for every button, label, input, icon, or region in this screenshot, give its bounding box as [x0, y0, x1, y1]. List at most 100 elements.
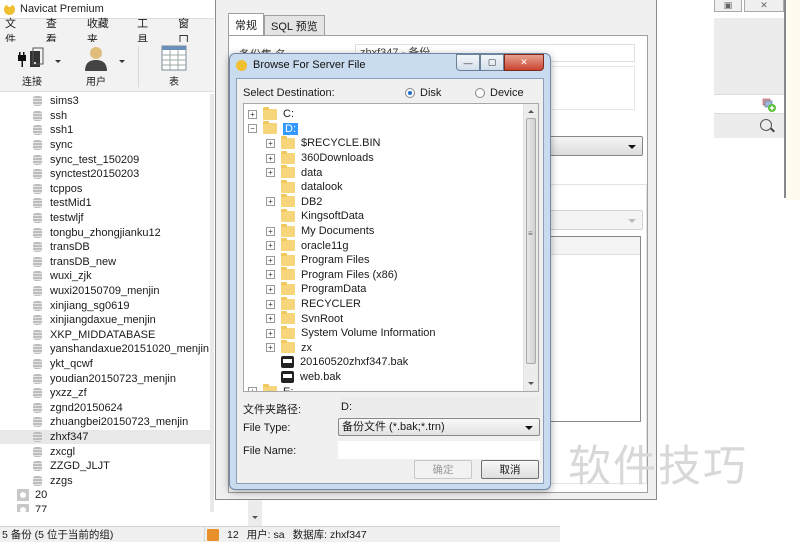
device-radio[interactable]: Device [475, 87, 524, 99]
restore-button[interactable]: ▣ [714, 0, 742, 12]
file-system-tree[interactable]: +C:−D:+$RECYCLE.BIN+360Downloads+datadat… [243, 103, 539, 392]
database-item[interactable]: wuxi20150709_menjin [0, 284, 210, 299]
expand-icon[interactable]: + [248, 109, 257, 119]
expand-icon[interactable]: + [248, 387, 257, 391]
folder-item[interactable]: datalook [266, 179, 343, 195]
close-button[interactable]: ✕ [744, 0, 784, 12]
folder-item[interactable]: + RECYCLER [266, 296, 361, 312]
database-item[interactable]: transDB_new [0, 255, 210, 270]
folder-item[interactable]: + System Volume Information [266, 325, 436, 341]
file-name-input[interactable] [338, 441, 540, 459]
folder-item[interactable]: + Program Files [266, 252, 369, 268]
database-item[interactable]: yanshandaxue20151020_menjin [0, 342, 210, 357]
connection-item[interactable]: 20 [0, 488, 210, 503]
expand-icon[interactable]: + [266, 299, 275, 309]
disk-radio[interactable]: Disk [405, 87, 441, 99]
folder-item[interactable]: + C: [248, 106, 294, 122]
database-item[interactable]: ZZGD_JLJT [0, 459, 210, 474]
database-item[interactable]: zzgs [0, 473, 210, 488]
radio-unselected-icon [475, 88, 485, 98]
expand-icon[interactable]: + [266, 328, 275, 338]
database-item[interactable]: testMid1 [0, 196, 210, 211]
table-button[interactable]: 表 [149, 42, 199, 91]
database-icon [33, 344, 42, 355]
ok-button[interactable]: 确定 [414, 460, 472, 479]
folder-item[interactable]: + oracle11g [266, 238, 349, 253]
expand-icon[interactable]: + [266, 241, 275, 251]
expand-icon[interactable]: + [266, 168, 275, 178]
expand-icon[interactable]: + [266, 197, 275, 207]
expand-icon[interactable]: + [266, 255, 275, 265]
database-item[interactable]: testwljf [0, 211, 210, 226]
database-item[interactable]: XKP_MIDDATABASE [0, 328, 210, 343]
database-item[interactable]: xinjiangdaxue_menjin [0, 313, 210, 328]
folder-item[interactable]: + Program Files (x86) [266, 267, 398, 283]
file-type-select[interactable]: 备份文件 (*.bak;*.trn) [338, 418, 540, 436]
database-item[interactable]: synctest20150203 [0, 167, 210, 182]
backup-count-status: 5 备份 (5 位于当前的组) [0, 527, 205, 542]
database-item[interactable]: zgnd20150624 [0, 400, 210, 415]
database-item[interactable]: transDB [0, 240, 210, 255]
database-item[interactable]: ssh1 [0, 123, 210, 138]
database-item[interactable]: zhuangbei20150723_menjin [0, 415, 210, 430]
expand-icon[interactable]: + [266, 153, 275, 163]
expand-icon[interactable]: + [266, 138, 275, 148]
connection-item[interactable]: 77 [0, 503, 210, 512]
database-item[interactable]: sync_test_150209 [0, 152, 210, 167]
database-item[interactable]: yxzz_zf [0, 386, 210, 401]
expand-icon[interactable]: + [266, 270, 275, 280]
add-connection-icon[interactable] [762, 98, 776, 112]
folder-item[interactable]: + zx [266, 340, 312, 356]
database-icon [33, 300, 42, 311]
scroll-down-icon[interactable] [528, 382, 534, 385]
file-item[interactable]: 20160520zhxf347.bak [266, 355, 408, 370]
user-dropdown-icon[interactable] [119, 60, 125, 63]
database-item[interactable]: zxcgl [0, 444, 210, 459]
close-button[interactable]: ✕ [504, 54, 544, 71]
database-item[interactable]: ssh [0, 109, 210, 124]
tree-scroll-down[interactable] [248, 500, 262, 526]
database-item[interactable]: tongbu_zhongjianku12 [0, 225, 210, 240]
database-item[interactable]: zhxf347 [0, 429, 210, 445]
expand-icon[interactable]: + [266, 226, 275, 236]
database-item[interactable]: sims3 [0, 94, 210, 109]
folder-item[interactable]: KingsoftData [266, 208, 364, 224]
tree-scrollbar[interactable] [523, 104, 538, 391]
folder-item[interactable]: + ProgramData [266, 281, 366, 297]
database-item[interactable]: youdian20150723_menjin [0, 371, 210, 386]
database-item[interactable]: sync [0, 138, 210, 153]
folder-item[interactable]: + data [266, 165, 322, 180]
scroll-up-icon[interactable] [528, 110, 534, 113]
database-item[interactable]: wuxi_zjk [0, 269, 210, 284]
folder-item[interactable]: + $RECYCLE.BIN [266, 135, 380, 151]
folder-item[interactable]: +360Downloads [266, 150, 374, 166]
folder-item[interactable]: + My Documents [266, 223, 374, 239]
database-icon [33, 169, 42, 180]
folder-item[interactable]: − D: [248, 121, 298, 137]
tab-general[interactable]: 常规 [228, 13, 264, 35]
cancel-button[interactable]: 取消 [481, 460, 539, 479]
folder-item[interactable]: + E: [248, 384, 293, 391]
collapse-icon[interactable]: − [248, 124, 257, 134]
minimize-button[interactable]: — [456, 54, 480, 71]
folder-item[interactable]: + DB2 [266, 194, 322, 210]
database-item[interactable]: tcppos [0, 182, 210, 197]
scroll-thumb[interactable] [526, 118, 536, 364]
maximize-button[interactable]: ▢ [480, 54, 504, 71]
user-button[interactable]: 用户 [64, 42, 128, 91]
expand-icon[interactable]: + [266, 343, 275, 353]
folder-item[interactable]: + SvnRoot [266, 311, 343, 326]
tab-sql-preview[interactable]: SQL 预览 [264, 15, 325, 35]
expand-icon[interactable]: + [266, 284, 275, 294]
database-item[interactable]: xinjiang_sg0619 [0, 298, 210, 313]
folder-icon [281, 208, 295, 222]
connect-dropdown-icon[interactable] [55, 60, 61, 63]
file-item[interactable]: web.bak [266, 370, 341, 385]
tree-scrollbar[interactable] [210, 94, 214, 512]
connect-button[interactable]: 连接 [0, 42, 64, 91]
search-icon[interactable] [760, 119, 772, 131]
expand-icon[interactable]: + [266, 314, 275, 324]
backup-tabs: 常规 SQL 预览 [228, 13, 325, 35]
navicat-main-window: Navicat Premium 文件 查看 收藏夹 工具 窗口 连接 用户 表 … [0, 0, 214, 546]
database-item[interactable]: ykt_qcwf [0, 357, 210, 372]
